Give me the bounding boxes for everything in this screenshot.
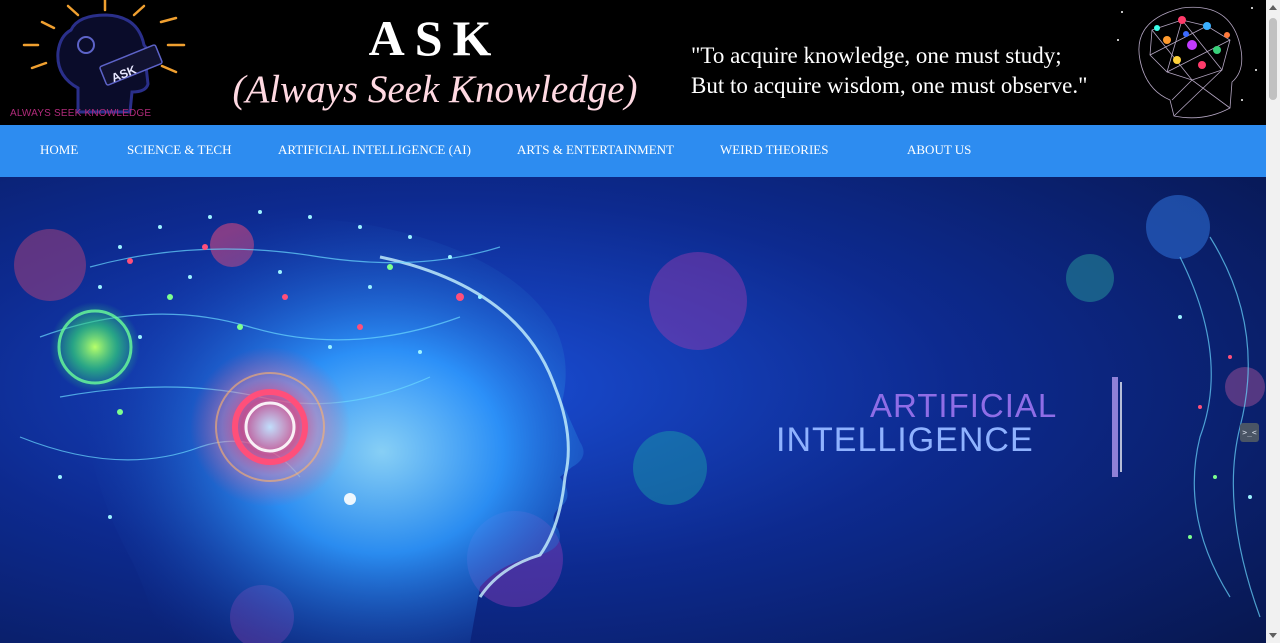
scroll-down-arrow-icon[interactable]	[1269, 633, 1277, 638]
hero-heading-line-1: ARTIFICIAL	[870, 387, 1058, 424]
scroll-up-arrow-icon[interactable]	[1269, 5, 1277, 10]
header-quote: "To acquire knowledge, one must study; B…	[691, 41, 1088, 101]
nav-item-arts-entertainment[interactable]: ARTS & ENTERTAINMENT	[517, 142, 674, 158]
scrollbar-thumb[interactable]	[1269, 18, 1277, 100]
main-nav: HOME SCIENCE & TECH ARTIFICIAL INTELLIGE…	[0, 125, 1266, 177]
hero-heading-line-2: INTELLIGENCE	[776, 421, 1034, 459]
quote-line-2: But to acquire wisdom, one must observe.…	[691, 73, 1088, 98]
page: ASK ALWAYS SEEK KNOWLEDGE ASK (Always Se…	[0, 0, 1266, 643]
nav-item-weird-theories[interactable]: WEIRD THEORIES	[720, 142, 828, 158]
ai-face-illustration	[0, 177, 1266, 643]
nav-item-about-us[interactable]: ABOUT US	[907, 142, 971, 158]
nav-item-artificial-intelligence[interactable]: ARTIFICIAL INTELLIGENCE (AI)	[278, 142, 471, 158]
brain-network-icon	[1117, 6, 1257, 119]
site-subtitle: (Always Seek Knowledge)	[232, 68, 638, 111]
vertical-scrollbar[interactable]	[1266, 0, 1280, 643]
nav-item-home[interactable]: HOME	[40, 142, 78, 158]
site-header: ASK ALWAYS SEEK KNOWLEDGE ASK (Always Se…	[0, 0, 1266, 125]
lightbulb-head-logo-icon[interactable]: ASK	[6, 0, 186, 125]
floating-widget-button[interactable]: >_<	[1240, 423, 1259, 442]
site-title: ASK	[368, 10, 502, 66]
quote-line-1: "To acquire knowledge, one must study;	[691, 43, 1062, 68]
logo-text: ALWAYS SEEK KNOWLEDGE	[10, 108, 152, 119]
nav-item-science-tech[interactable]: SCIENCE & TECH	[127, 142, 232, 158]
hero-banner: ARTIFICIAL INTELLIGENCE	[0, 177, 1266, 643]
